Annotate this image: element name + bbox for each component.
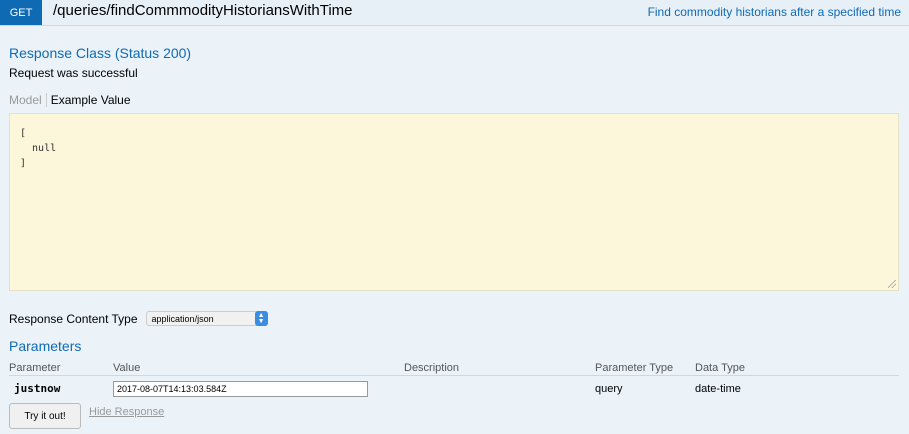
response-class-heading: Response Class (Status 200)	[9, 45, 192, 61]
column-header-parameter: Parameter	[9, 362, 61, 374]
column-header-description: Description	[404, 362, 460, 374]
response-message: Request was successful	[9, 66, 138, 80]
hide-response-link[interactable]: Hide Response	[89, 406, 164, 418]
response-content-type-row: Response Content Type application/json ▲…	[9, 311, 268, 326]
example-value-box[interactable]: [ null ]	[9, 113, 899, 291]
content-type-label: Response Content Type	[9, 311, 138, 326]
parameter-value-input[interactable]	[113, 381, 368, 397]
column-header-data-type: Data Type	[695, 362, 745, 374]
operation-path[interactable]: /queries/findCommmodityHistoriansWithTim…	[53, 2, 353, 19]
operation-summary[interactable]: Find commodity historians after a specif…	[648, 5, 901, 19]
operation-header[interactable]: GET /queries/findCommmodityHistoriansWit…	[0, 0, 909, 26]
parameter-data-type: date-time	[695, 383, 741, 395]
table-header-divider	[9, 375, 899, 376]
tab-model[interactable]: Model	[9, 93, 47, 107]
content-type-value: application/json	[151, 313, 214, 324]
http-method-badge[interactable]: GET	[0, 0, 42, 25]
try-it-out-button[interactable]: Try it out!	[9, 403, 81, 429]
signature-tabs: Model Example Value	[9, 93, 131, 107]
column-header-parameter-type: Parameter Type	[595, 362, 674, 374]
resize-grip-icon[interactable]	[888, 280, 896, 288]
tab-example-value[interactable]: Example Value	[47, 93, 131, 107]
column-header-value: Value	[113, 362, 141, 374]
parameter-name: justnow	[14, 382, 61, 395]
example-value-code: [ null ]	[20, 128, 57, 169]
chevron-up-down-icon: ▲ ▼	[254, 311, 268, 326]
content-type-select[interactable]: application/json ▲ ▼	[145, 311, 268, 326]
parameters-heading: Parameters	[9, 338, 82, 354]
parameter-type: query	[595, 383, 623, 395]
